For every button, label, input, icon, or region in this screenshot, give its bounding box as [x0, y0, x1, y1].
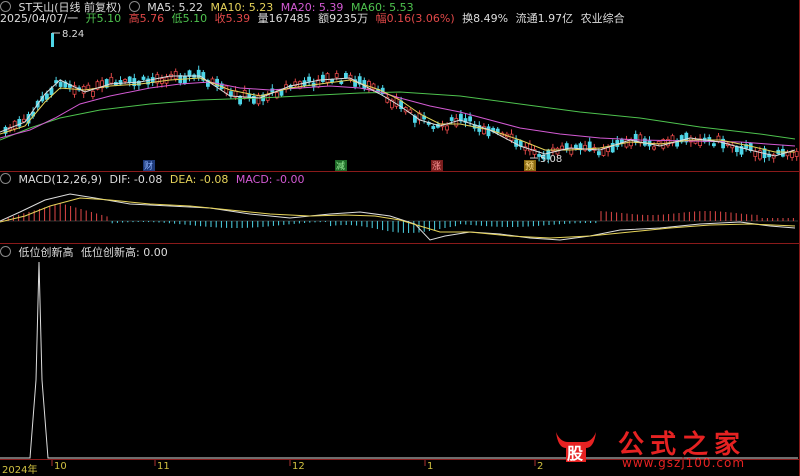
candle-body [629, 139, 633, 147]
candle-body [716, 135, 721, 142]
x-axis-label: 2024年 [2, 465, 38, 476]
candle-body [790, 151, 794, 158]
candle-body [238, 95, 243, 105]
low-price-label: 5.08 [540, 154, 562, 165]
candle-body [712, 143, 716, 147]
candle-body [45, 93, 49, 100]
chart-canvas[interactable]: 8.24 5.08 财 减 涨 预 [0, 0, 800, 476]
candle-body [610, 143, 615, 153]
x-axis-label: 12 [292, 461, 305, 472]
macd-histogram[interactable] [2, 203, 794, 233]
indicator-settings-icon[interactable] [0, 246, 11, 257]
candle-body [224, 85, 229, 94]
candle-body [569, 147, 574, 155]
x-axis-label: 1 [427, 461, 434, 472]
candle-body [334, 73, 339, 78]
watermark-url: www.gszj100.com [622, 456, 746, 470]
high-price-label: 8.24 [62, 29, 84, 40]
candle-body [173, 71, 178, 80]
candle-body [343, 72, 348, 79]
macd-dif-value: DIF: -0.08 [109, 173, 163, 186]
macd-settings-icon[interactable] [0, 173, 11, 184]
candle-body [123, 79, 127, 82]
candle-body [606, 147, 610, 153]
candle-body [468, 116, 473, 122]
candle-body [656, 140, 661, 144]
indicator-value: 低位创新高: 0.00 [81, 246, 168, 259]
candle-body [297, 81, 302, 89]
event-marker-reduce[interactable]: 减 [336, 160, 345, 172]
candle-body [449, 117, 454, 121]
candle-body [51, 33, 54, 47]
candle-body [279, 90, 284, 96]
logo-char: 股 [567, 444, 584, 463]
candle-body [109, 76, 114, 84]
event-marker-forecast[interactable]: 预 [525, 161, 534, 172]
indicator-title[interactable]: 低位创新高 [19, 246, 74, 259]
candle-body [320, 74, 325, 82]
candle-body [735, 146, 739, 153]
site-watermark: 股 公式之家 www.gszj100.com [546, 422, 778, 472]
x-axis-label: 2 [537, 461, 544, 472]
x-axis-label: 10 [54, 461, 67, 472]
macd-header: MACD(12,26,9) DIF: -0.08 DEA: -0.08 MACD… [0, 173, 308, 186]
candle-body [12, 120, 17, 130]
x-axis-label: 11 [157, 461, 170, 472]
candle-body [307, 76, 312, 82]
candle-body [486, 126, 491, 137]
candle-body [652, 146, 656, 150]
candle-body [560, 145, 564, 150]
candle-body [141, 76, 146, 80]
candle-body [794, 151, 799, 157]
candle-body [431, 126, 436, 129]
candle-body [454, 118, 459, 127]
candle-body [330, 79, 335, 83]
candle-body [445, 125, 450, 131]
candle-body [638, 134, 643, 143]
event-marker-finance[interactable]: 财 [144, 160, 153, 172]
candle-body [91, 90, 95, 97]
candle-body [597, 151, 601, 156]
bull-logo-icon: 股 [556, 432, 596, 463]
macd-macd-value: MACD: -0.00 [235, 173, 305, 186]
macd-dea-value: DEA: -0.08 [169, 173, 229, 186]
candle-body [182, 76, 187, 84]
indicator-header: 低位创新高 低位创新高: 0.00 [0, 246, 172, 259]
candle-body [325, 73, 330, 83]
event-marker-rise[interactable]: 涨 [432, 161, 441, 172]
candle-body [127, 76, 132, 83]
macd-title[interactable]: MACD(12,26,9) [19, 173, 103, 186]
candle-body [58, 81, 63, 87]
candle-body [574, 144, 578, 149]
